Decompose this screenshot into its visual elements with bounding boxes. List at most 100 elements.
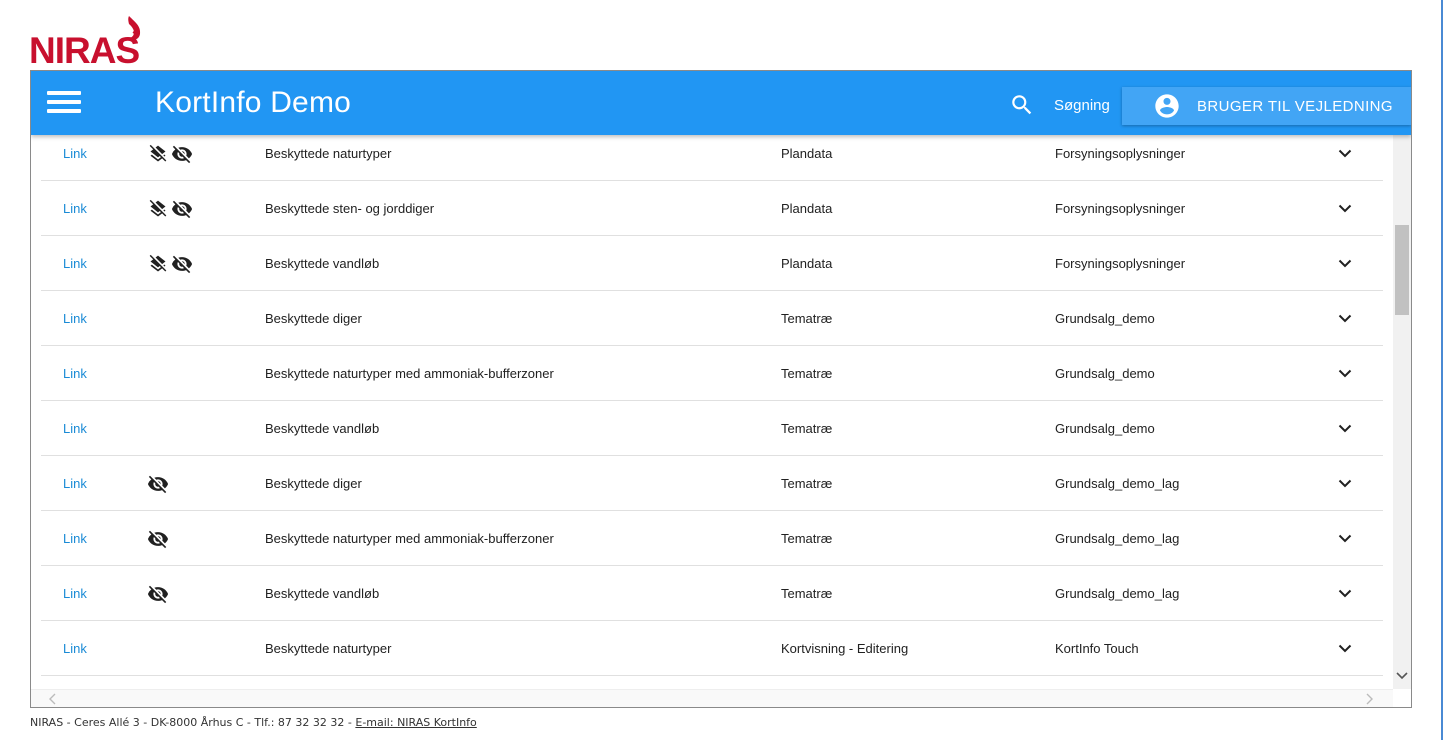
row-source: Plandata: [781, 146, 833, 161]
row-status-icons: [147, 511, 169, 566]
scroll-left-arrow-icon[interactable]: [45, 693, 59, 705]
row-status-icons: [147, 181, 193, 236]
table-row[interactable]: Link Beskyttede vandløb Tematræ Grundsalg_d…: [41, 566, 1383, 621]
menu-icon-bar: [47, 109, 81, 113]
search-button[interactable]: Søgning: [1009, 91, 1110, 119]
expand-more-icon[interactable]: [1333, 291, 1357, 346]
row-group: Forsyningsoplysninger: [1055, 201, 1186, 216]
page-footer: NIRAS - Ceres Allé 3 - DK-8000 Århus C -…: [30, 716, 477, 729]
layer-table: Link Beskyttede naturtyper Plandata Forsyni…: [31, 135, 1393, 689]
footer-email-link[interactable]: E-mail: NIRAS KortInfo: [355, 716, 476, 729]
app-bar: KortInfo Demo Søgning BRUGER TIL VEJLEDN…: [31, 71, 1411, 135]
row-link[interactable]: Link: [63, 511, 87, 566]
row-layer-name: Beskyttede vandløb: [265, 256, 380, 271]
row-layer-name: Beskyttede naturtyper: [265, 146, 392, 161]
row-source: Tematræ: [781, 421, 833, 436]
row-source: Kortvisning - Editering: [781, 641, 909, 656]
row-link[interactable]: Link: [63, 456, 87, 511]
row-layer-name: Beskyttede vandløb: [265, 586, 380, 601]
row-link[interactable]: Link: [63, 181, 87, 236]
row-layer-name: Beskyttede sten- og jorddiger: [265, 201, 435, 216]
row-link[interactable]: Link: [63, 621, 87, 676]
row-layer-name: Beskyttede diger: [265, 311, 362, 326]
row-status-icons: [147, 566, 169, 621]
row-source: Plandata: [781, 201, 833, 216]
row-status-icons: [147, 456, 169, 511]
row-layer-name: Beskyttede naturtyper: [265, 641, 392, 656]
user-guide-button[interactable]: BRUGER TIL VEJLEDNING: [1122, 87, 1411, 125]
scroll-down-arrow-icon[interactable]: [1394, 669, 1410, 683]
visibility-off-icon: [147, 528, 169, 550]
window-edge: [1441, 0, 1443, 740]
layers-off-icon: [147, 198, 169, 220]
row-layer-name: Beskyttede vandløb: [265, 421, 380, 436]
row-link[interactable]: Link: [63, 291, 87, 346]
row-link[interactable]: Link: [63, 346, 87, 401]
row-source: Tematræ: [781, 366, 833, 381]
app-title: KortInfo Demo: [155, 86, 352, 119]
expand-more-icon[interactable]: [1333, 236, 1357, 291]
scroll-right-arrow-icon[interactable]: [1363, 693, 1377, 705]
row-group: KortInfo Touch: [1055, 641, 1139, 656]
visibility-off-icon: [147, 583, 169, 605]
expand-more-icon[interactable]: [1333, 566, 1357, 621]
row-layer-name: Beskyttede naturtyper med ammoniak-buffe…: [265, 531, 554, 546]
table-row[interactable]: Link Beskyttede naturtyper med ammoniak-b…: [41, 511, 1383, 566]
row-status-icons: [147, 135, 193, 181]
expand-more-icon[interactable]: [1333, 621, 1357, 676]
menu-icon-bar: [47, 100, 81, 104]
user-guide-label: BRUGER TIL VEJLEDNING: [1197, 97, 1393, 115]
logo-wordmark: NIRAS: [29, 30, 139, 66]
search-label: Søgning: [1054, 96, 1110, 114]
visibility-off-icon: [171, 253, 193, 275]
row-source: Plandata: [781, 256, 833, 271]
table-row[interactable]: Link Beskyttede naturtyper Plandata Forsyni…: [41, 135, 1383, 181]
menu-icon-bar: [47, 91, 81, 95]
row-link[interactable]: Link: [63, 566, 87, 621]
visibility-off-icon: [171, 198, 193, 220]
app-frame: KortInfo Demo Søgning BRUGER TIL VEJLEDN…: [30, 70, 1412, 708]
expand-more-icon[interactable]: [1333, 401, 1357, 456]
row-group: Grundsalg_demo: [1055, 366, 1155, 381]
footer-address: NIRAS - Ceres Allé 3 - DK-8000 Århus C -…: [30, 716, 356, 729]
table-row[interactable]: Link Beskyttede sten- og jorddiger Plandat…: [41, 181, 1383, 236]
row-group: Grundsalg_demo: [1055, 311, 1155, 326]
table-row[interactable]: Link Beskyttede vandløb Tematræ Grundsalg_d…: [41, 401, 1383, 456]
table-row[interactable]: Link Beskyttede diger Tematræ Grundsalg_dem…: [41, 456, 1383, 511]
vertical-scrollbar[interactable]: [1393, 135, 1411, 689]
row-group: Forsyningsoplysninger: [1055, 146, 1186, 161]
layers-off-icon: [147, 253, 169, 275]
visibility-off-icon: [147, 473, 169, 495]
expand-more-icon[interactable]: [1333, 181, 1357, 236]
row-status-icons: [147, 236, 193, 291]
table-row[interactable]: Link Beskyttede naturtyper Kortvisning - E…: [41, 621, 1383, 676]
expand-more-icon[interactable]: [1333, 456, 1357, 511]
row-source: Tematræ: [781, 311, 833, 326]
table-row[interactable]: Link Beskyttede naturtyper med ammoniak-b…: [41, 346, 1383, 401]
row-link[interactable]: Link: [63, 401, 87, 456]
row-source: Tematræ: [781, 531, 833, 546]
expand-more-icon[interactable]: [1333, 511, 1357, 566]
table-row[interactable]: Link Beskyttede vandløb Plandata Forsynings…: [41, 236, 1383, 291]
menu-button[interactable]: [47, 91, 81, 115]
row-layer-name: Beskyttede diger: [265, 476, 362, 491]
expand-more-icon[interactable]: [1333, 346, 1357, 401]
niras-logo[interactable]: NIRAS: [29, 14, 191, 66]
row-layer-name: Beskyttede naturtyper med ammoniak-buffe…: [265, 366, 554, 381]
row-group: Forsyningsoplysninger: [1055, 256, 1186, 271]
row-group: Grundsalg_demo: [1055, 421, 1155, 436]
table-row[interactable]: Link Beskyttede diger Tematræ Grundsalg_dem…: [41, 291, 1383, 346]
row-group: Grundsalg_demo_lag: [1055, 531, 1180, 546]
row-source: Tematræ: [781, 586, 833, 601]
row-link[interactable]: Link: [63, 236, 87, 291]
scrollbar-thumb[interactable]: [1395, 225, 1409, 315]
row-link[interactable]: Link: [63, 135, 87, 181]
horizontal-scrollbar[interactable]: [31, 689, 1393, 707]
row-group: Grundsalg_demo_lag: [1055, 586, 1180, 601]
search-icon: [1012, 95, 1032, 115]
visibility-off-icon: [171, 143, 193, 165]
expand-more-icon[interactable]: [1333, 135, 1357, 181]
layers-off-icon: [147, 143, 169, 165]
row-group: Grundsalg_demo_lag: [1055, 476, 1180, 491]
account-circle-icon: [1153, 92, 1181, 120]
